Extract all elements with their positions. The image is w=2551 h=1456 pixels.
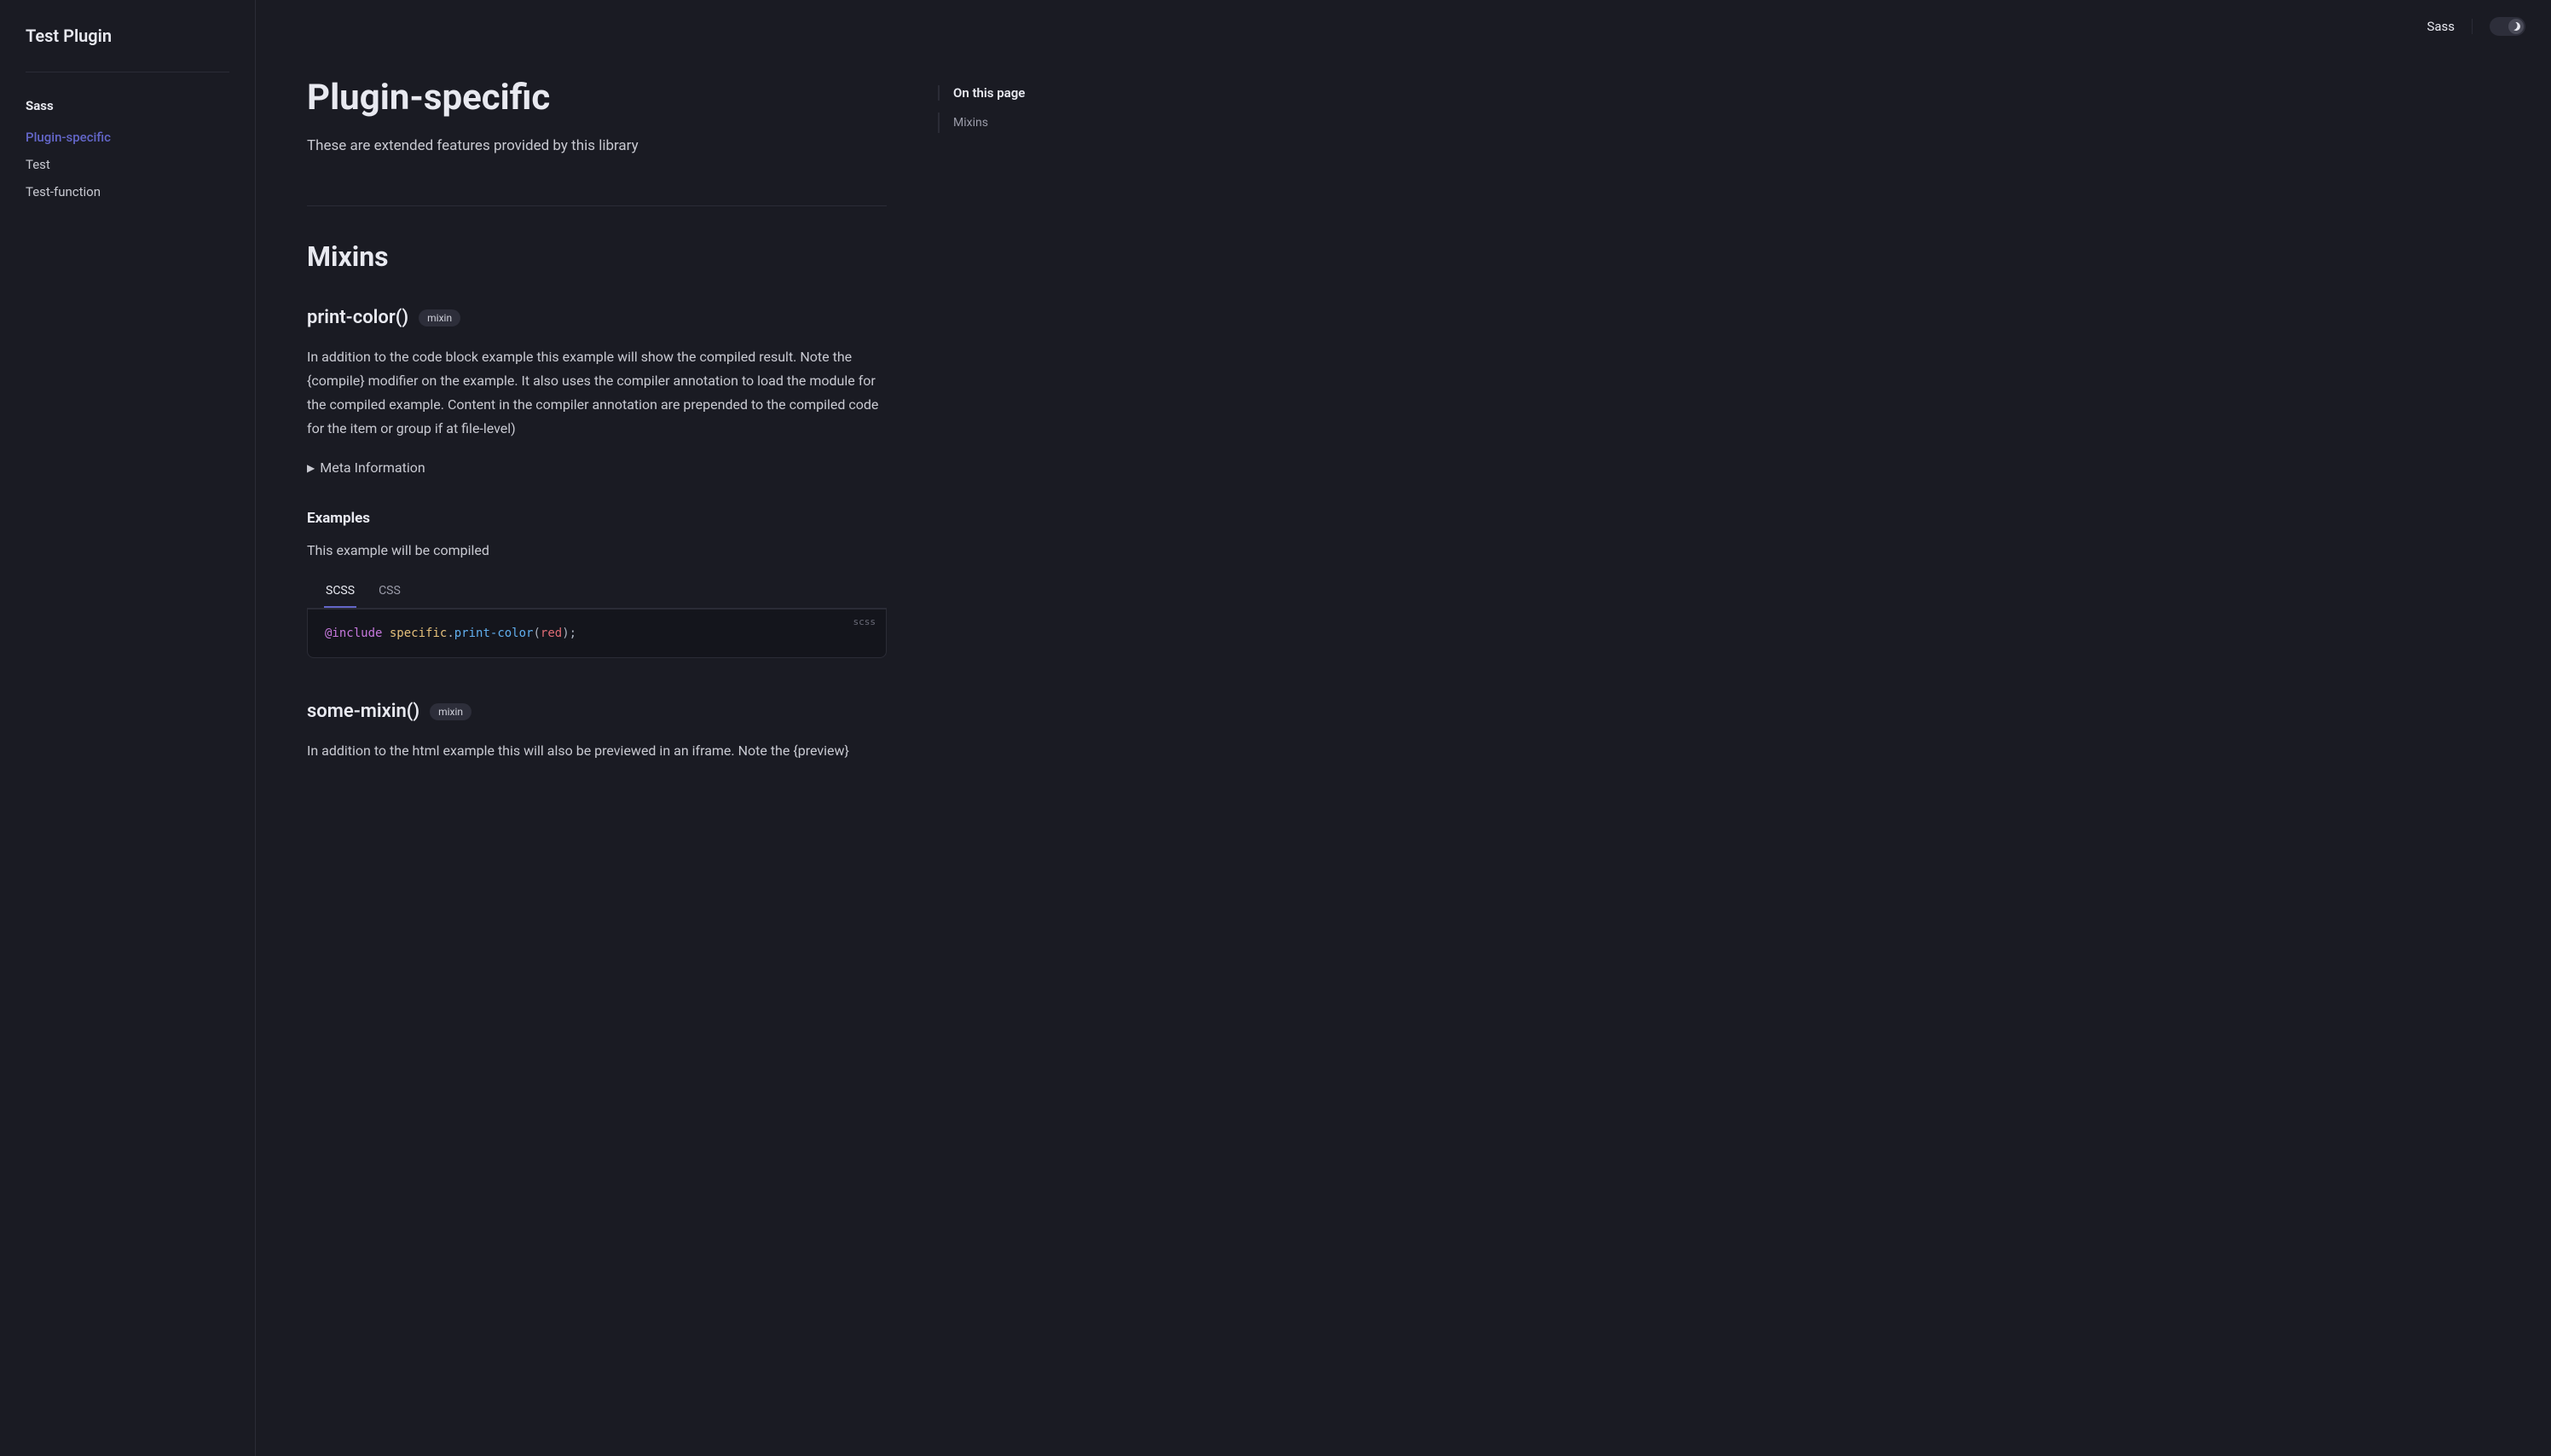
section-title-mixins: Mixins bbox=[307, 240, 887, 273]
code-token: ); bbox=[562, 627, 576, 640]
tab-scss[interactable]: SCSS bbox=[324, 575, 356, 608]
example-caption: This example will be compiled bbox=[307, 542, 887, 558]
mixin-name: print-color() bbox=[307, 307, 408, 328]
nav-item-test[interactable]: Test bbox=[26, 151, 229, 178]
code-token: red bbox=[541, 627, 562, 640]
mixin-description: In addition to the html example this wil… bbox=[307, 739, 887, 763]
code-tabs: SCSS CSS bbox=[307, 575, 887, 609]
mixin-badge: mixin bbox=[430, 703, 471, 720]
code-token: ( bbox=[533, 627, 540, 640]
toggle-knob bbox=[2508, 19, 2524, 34]
code-token: . bbox=[447, 627, 454, 640]
nav-list: Plugin-specific Test Test-function bbox=[26, 124, 229, 205]
sidebar: Test Plugin Sass Plugin-specific Test Te… bbox=[0, 0, 256, 1456]
mixin-badge: mixin bbox=[419, 309, 460, 326]
nav-item-plugin-specific[interactable]: Plugin-specific bbox=[26, 124, 229, 151]
mixin-header: print-color() mixin bbox=[307, 307, 887, 328]
code-token: @include bbox=[325, 627, 382, 640]
topbar: Sass bbox=[2427, 17, 2525, 36]
toc-panel: On this page Mixins bbox=[904, 0, 1108, 1456]
examples-heading: Examples bbox=[307, 510, 887, 527]
theme-toggle[interactable] bbox=[2490, 17, 2525, 36]
nav-heading: Sass bbox=[26, 98, 229, 113]
divider bbox=[307, 205, 887, 206]
page-intro: These are extended features provided by … bbox=[307, 137, 887, 154]
mixin-name: some-mixin() bbox=[307, 701, 419, 722]
tab-css[interactable]: CSS bbox=[377, 575, 402, 608]
meta-information-toggle[interactable]: ▶ Meta Information bbox=[307, 459, 887, 476]
meta-label: Meta Information bbox=[320, 459, 425, 476]
code-block: scss @include specific.print-color(red); bbox=[307, 609, 887, 658]
code-token: specific bbox=[390, 627, 447, 640]
toc-title: On this page bbox=[938, 85, 1091, 101]
moon-icon bbox=[2511, 21, 2522, 32]
mixin-description: In addition to the code block example th… bbox=[307, 345, 887, 441]
triangle-right-icon: ▶ bbox=[307, 462, 315, 474]
code-lang-label: scss bbox=[853, 616, 876, 627]
site-title: Test Plugin bbox=[26, 26, 229, 72]
toc-item-mixins[interactable]: Mixins bbox=[938, 113, 1091, 133]
topbar-label: Sass bbox=[2427, 19, 2473, 34]
page-title: Plugin-specific bbox=[307, 77, 887, 118]
main-wrap: Plugin-specific These are extended featu… bbox=[256, 0, 2551, 1456]
nav-item-test-function[interactable]: Test-function bbox=[26, 178, 229, 205]
content: Plugin-specific These are extended featu… bbox=[290, 0, 904, 1456]
mixin-header: some-mixin() mixin bbox=[307, 701, 887, 722]
code-token: print-color bbox=[454, 627, 534, 640]
